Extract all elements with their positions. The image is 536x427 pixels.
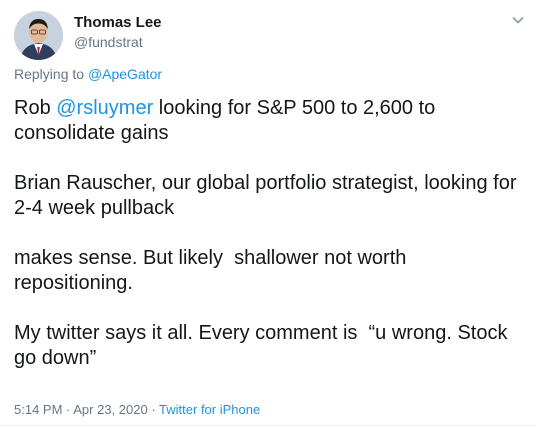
avatar[interactable] [14,11,63,60]
tweet-source-link[interactable]: Twitter for iPhone [159,402,260,417]
reply-mention-link[interactable]: @ApeGator [88,66,162,82]
tweet-time[interactable]: 5:14 PM [14,402,62,417]
tweet-text-segment: Rob [14,97,57,119]
tweet-card: Thomas Lee @fundstrat Replying to @ApeGa… [0,0,536,427]
author-name[interactable]: Thomas Lee [74,14,162,31]
divider [0,425,536,426]
author-handle[interactable]: @fundstrat [74,34,143,50]
replying-to: Replying to @ApeGator [14,66,162,82]
tweet-paragraph: My twitter says it all. Every comment is… [14,322,514,369]
meta-separator: · [62,402,74,417]
replying-prefix: Replying to [14,66,88,82]
tweet-date[interactable]: Apr 23, 2020 [73,402,147,417]
tweet-paragraph: Brian Rauscher, our global portfolio str… [14,172,523,219]
tweet-paragraph: makes sense. But likely shallower not wo… [14,247,412,294]
mention-link[interactable]: @rsluymer [56,97,153,119]
meta-separator: · [147,402,160,417]
tweet-text: Rob @rsluymer looking for S&P 500 to 2,6… [14,96,524,396]
tweet-meta: 5:14 PM · Apr 23, 2020 · Twitter for iPh… [14,402,260,417]
tweet-paragraph: Rob @rsluymer looking for S&P 500 to 2,6… [14,96,524,146]
chevron-down-icon[interactable] [510,12,526,28]
